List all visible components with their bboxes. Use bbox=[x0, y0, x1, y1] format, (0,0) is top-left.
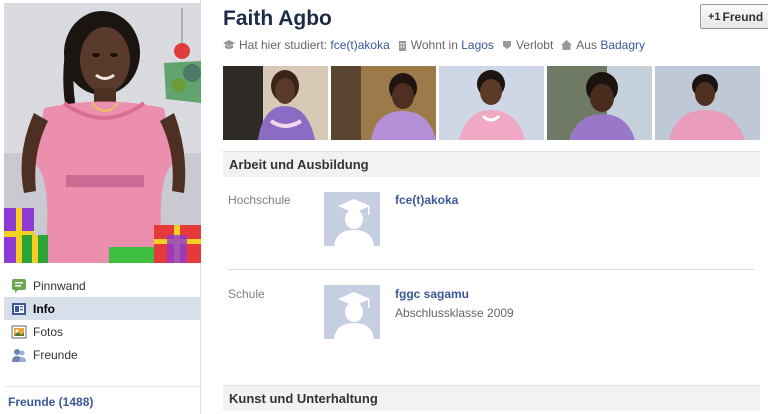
education-icon bbox=[223, 40, 235, 49]
fact-hometown-prefix: Aus bbox=[576, 38, 597, 52]
left-column: Pinnwand Info Fotos Freunde Freunde (148… bbox=[0, 0, 201, 414]
education-row-label: Schule bbox=[228, 287, 265, 301]
profile-nav: Pinnwand Info Fotos Freunde bbox=[4, 274, 200, 366]
photo-thumbnail[interactable] bbox=[547, 66, 652, 140]
school-placeholder-icon bbox=[334, 199, 374, 246]
school-placeholder-icon bbox=[334, 292, 374, 339]
photos-icon bbox=[11, 325, 27, 338]
education-separator bbox=[228, 269, 755, 270]
fact-lives-in-prefix: Wohnt in bbox=[410, 38, 458, 52]
nav-item-freunde[interactable]: Freunde bbox=[4, 343, 200, 366]
photo-strip bbox=[223, 66, 760, 140]
add-friend-button[interactable]: +1 Freund bbox=[700, 4, 768, 29]
school-thumbnail[interactable] bbox=[324, 192, 380, 246]
photo-image bbox=[439, 66, 544, 140]
profile-photo-image bbox=[4, 3, 201, 263]
section-header-work-education: Arbeit und Ausbildung bbox=[223, 151, 760, 177]
nav-item-fotos[interactable]: Fotos bbox=[4, 320, 200, 343]
nav-item-pinnwand[interactable]: Pinnwand bbox=[4, 274, 200, 297]
school-name-link[interactable]: fggc sagamu bbox=[395, 287, 469, 301]
wall-icon bbox=[12, 278, 26, 293]
photo-image bbox=[331, 66, 436, 140]
info-icon bbox=[12, 302, 26, 315]
add-friend-icon: +1 bbox=[708, 10, 721, 23]
building-icon bbox=[398, 40, 406, 51]
heart-icon bbox=[502, 41, 511, 49]
school-name-link[interactable]: fce(t)akoka bbox=[395, 193, 458, 207]
profile-name: Faith Agbo bbox=[223, 7, 332, 30]
friends-count-link[interactable]: Freunde (1488) bbox=[8, 395, 93, 409]
photo-thumbnail[interactable] bbox=[655, 66, 760, 140]
photo-image bbox=[655, 66, 760, 140]
photo-image bbox=[547, 66, 652, 140]
friends-icon bbox=[12, 348, 26, 362]
section-header-arts: Kunst und Unterhaltung bbox=[223, 385, 760, 411]
photo-thumbnail[interactable] bbox=[331, 66, 436, 140]
left-divider bbox=[4, 386, 200, 387]
nav-label-pinnwand: Pinnwand bbox=[33, 278, 86, 293]
add-friend-label: Freund bbox=[722, 9, 764, 24]
profile-picture[interactable] bbox=[4, 3, 201, 263]
photo-thumbnail[interactable] bbox=[439, 66, 544, 140]
photo-thumbnail[interactable] bbox=[223, 66, 328, 140]
fact-lives-in: Wohnt in Lagos bbox=[398, 38, 494, 52]
school-thumbnail[interactable] bbox=[324, 285, 380, 339]
profile-facts: Hat hier studiert: fce(t)akoka Wohnt in … bbox=[223, 38, 653, 52]
nav-label-fotos: Fotos bbox=[33, 324, 64, 339]
house-icon bbox=[561, 40, 573, 50]
nav-item-info[interactable]: Info bbox=[4, 297, 200, 320]
fact-education-link[interactable]: fce(t)akoka bbox=[330, 38, 389, 52]
fact-education-prefix: Hat hier studiert: bbox=[239, 38, 328, 52]
school-graduation-year: Abschlussklasse 2009 bbox=[395, 306, 514, 320]
fact-relationship-label: Verlobt bbox=[515, 38, 554, 52]
fact-hometown: Aus Badagry bbox=[561, 38, 645, 52]
fact-hometown-link[interactable]: Badagry bbox=[600, 38, 645, 52]
fact-lives-in-link[interactable]: Lagos bbox=[461, 38, 494, 52]
education-row-label: Hochschule bbox=[228, 193, 291, 207]
photo-image bbox=[223, 66, 328, 140]
nav-label-info: Info bbox=[33, 301, 55, 316]
fact-relationship: Verlobt bbox=[502, 38, 553, 52]
nav-label-freunde: Freunde bbox=[33, 347, 78, 362]
fact-education: Hat hier studiert: fce(t)akoka bbox=[223, 38, 390, 52]
